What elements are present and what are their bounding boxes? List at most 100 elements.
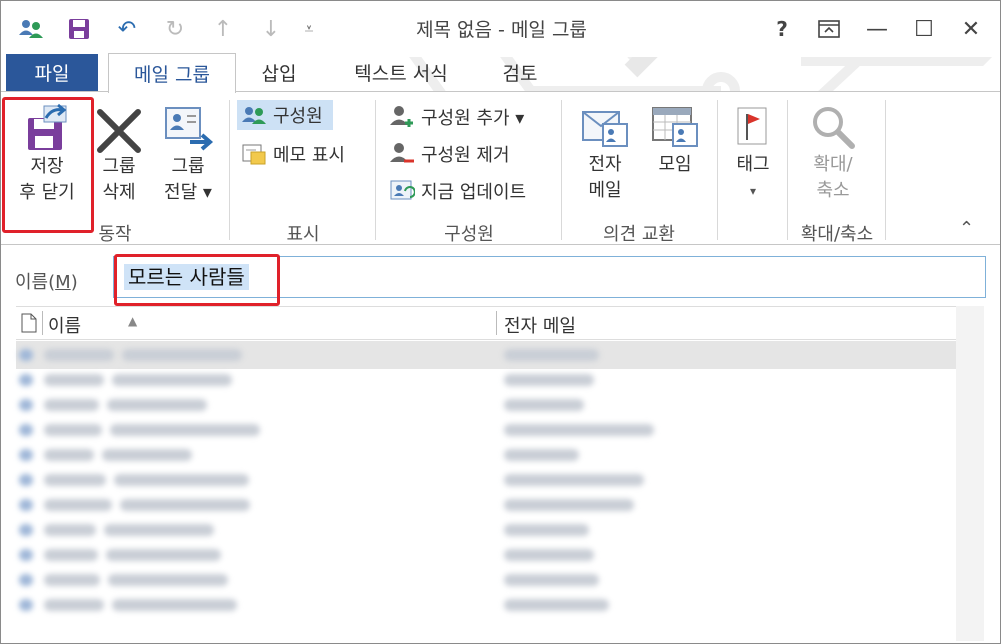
delete-group-label-2: 삭제 — [102, 182, 136, 203]
redacted-text — [44, 399, 99, 411]
redacted-text — [110, 424, 260, 436]
meeting-button[interactable]: 모임 — [647, 102, 703, 178]
group-separator — [561, 100, 562, 240]
group-separator — [375, 100, 376, 240]
delete-group-button[interactable]: 그룹 삭제 — [93, 102, 145, 206]
window-title: 제목 없음 - 메일 그룹 — [416, 19, 587, 41]
table-row[interactable] — [16, 516, 956, 544]
table-row[interactable] — [16, 341, 956, 369]
table-row[interactable] — [16, 591, 956, 619]
update-now-label: 지금 업데이트 — [421, 182, 527, 203]
member-list: 이름 ▲ 전자 메일 — [16, 306, 984, 642]
tab-file[interactable]: 파일 — [6, 54, 98, 91]
members-icon — [241, 105, 267, 125]
table-row[interactable] — [16, 541, 956, 569]
group-separator — [787, 100, 788, 240]
redacted-text — [504, 374, 594, 386]
redacted-text — [104, 524, 214, 536]
notes-view-label: 메모 표시 — [273, 145, 345, 166]
tab-mail-group[interactable]: 메일 그룹 — [108, 53, 236, 93]
column-separator — [42, 311, 43, 335]
mail-group-window: ↶ ↻ ↑ ↓ ⩡ 제목 없음 - 메일 그룹 ? — ☐ ✕ 파일 메일 그룹… — [0, 0, 1001, 644]
name-highlight — [114, 254, 280, 306]
communicate-group-label: 의견 교환 — [603, 224, 675, 245]
minimize-button[interactable]: — — [859, 13, 895, 45]
table-row[interactable] — [16, 566, 956, 594]
redacted-text — [19, 374, 33, 386]
group-name-label: 이름(M) — [15, 268, 78, 294]
magnifier-icon — [813, 107, 855, 149]
column-header-email[interactable]: 전자 메일 — [504, 312, 576, 338]
delete-x-icon — [97, 109, 141, 153]
forward-group-label-2: 전달 ▾ — [164, 182, 212, 203]
redacted-text — [504, 399, 584, 411]
add-members-button[interactable]: 구성원 추가 ▾ — [389, 102, 524, 132]
forward-group-label-1: 그룹 — [171, 156, 205, 177]
zoom-group-label: 확대/축소 — [800, 224, 874, 245]
redacted-text — [120, 499, 250, 511]
notes-view-button[interactable]: 메모 표시 — [241, 139, 345, 169]
close-button[interactable]: ✕ — [953, 13, 989, 45]
help-button[interactable]: ? — [764, 13, 800, 45]
table-row[interactable] — [16, 441, 956, 469]
member-list-header: 이름 ▲ 전자 메일 — [16, 307, 984, 340]
members-view-button[interactable]: 구성원 — [237, 100, 333, 130]
delete-group-label-1: 그룹 — [102, 156, 136, 177]
redacted-text — [44, 449, 94, 461]
update-now-button[interactable]: 지금 업데이트 — [389, 176, 526, 206]
table-row[interactable] — [16, 366, 956, 394]
list-scrollbar[interactable] — [956, 306, 984, 641]
ribbon: 저장 후 닫기 그룹 삭제 그룹 전달 ▾ 동작 구성원 메모 표시 표시 구성… — [1, 91, 1000, 245]
column-header-name[interactable]: 이름 — [48, 312, 81, 338]
redacted-text — [504, 499, 634, 511]
redacted-text — [504, 599, 609, 611]
sort-ascending-icon: ▲ — [128, 314, 138, 328]
add-member-icon — [389, 105, 415, 129]
tab-insert[interactable]: 삽입 — [249, 54, 309, 91]
document-icon — [21, 313, 37, 333]
members-view-label: 구성원 — [273, 106, 323, 127]
name-label-prefix: 이름( — [15, 272, 56, 293]
tags-button[interactable]: 태그 ▾ — [727, 102, 779, 204]
redacted-text — [504, 474, 644, 486]
redacted-text — [504, 424, 654, 436]
redacted-text — [504, 449, 579, 461]
maximize-button[interactable]: ☐ — [906, 13, 942, 45]
remove-member-icon — [389, 142, 415, 166]
ribbon-display-icon — [818, 20, 840, 38]
redacted-text — [19, 399, 33, 411]
zoom-button[interactable]: 확대/ 축소 — [801, 102, 865, 204]
redacted-text — [44, 549, 98, 561]
table-row[interactable] — [16, 391, 956, 419]
tags-dropdown-icon: ▾ — [749, 184, 757, 198]
forward-card-icon — [165, 107, 214, 151]
email-button[interactable]: 전자 메일 — [575, 102, 635, 204]
save-close-highlight — [2, 97, 94, 233]
redacted-text — [504, 524, 589, 536]
forward-group-button[interactable]: 그룹 전달 ▾ — [155, 102, 221, 206]
table-row[interactable] — [16, 416, 956, 444]
tab-review[interactable]: 검토 — [491, 54, 549, 91]
table-row[interactable] — [16, 491, 956, 519]
update-icon — [389, 179, 415, 203]
zoom-label-2: 축소 — [816, 180, 850, 201]
zoom-label-1: 확대/ — [813, 154, 853, 175]
redacted-text — [19, 349, 33, 361]
redacted-text — [107, 399, 207, 411]
ribbon-display-options-button[interactable] — [811, 13, 847, 45]
redacted-text — [122, 349, 242, 361]
remove-member-button[interactable]: 구성원 제거 — [389, 139, 510, 169]
meeting-calendar-icon — [652, 107, 698, 147]
redacted-text — [44, 599, 104, 611]
tab-format-text[interactable]: 텍스트 서식 — [336, 54, 466, 91]
redacted-text — [19, 424, 33, 436]
redacted-text — [504, 349, 599, 361]
email-card-icon — [582, 111, 628, 147]
redacted-text — [19, 524, 33, 536]
redacted-text — [106, 549, 221, 561]
table-row[interactable] — [16, 466, 956, 494]
name-label-suffix: ) — [70, 272, 78, 293]
redacted-text — [108, 574, 228, 586]
collapse-ribbon-icon[interactable]: ⌃ — [959, 218, 974, 239]
redacted-text — [44, 349, 114, 361]
